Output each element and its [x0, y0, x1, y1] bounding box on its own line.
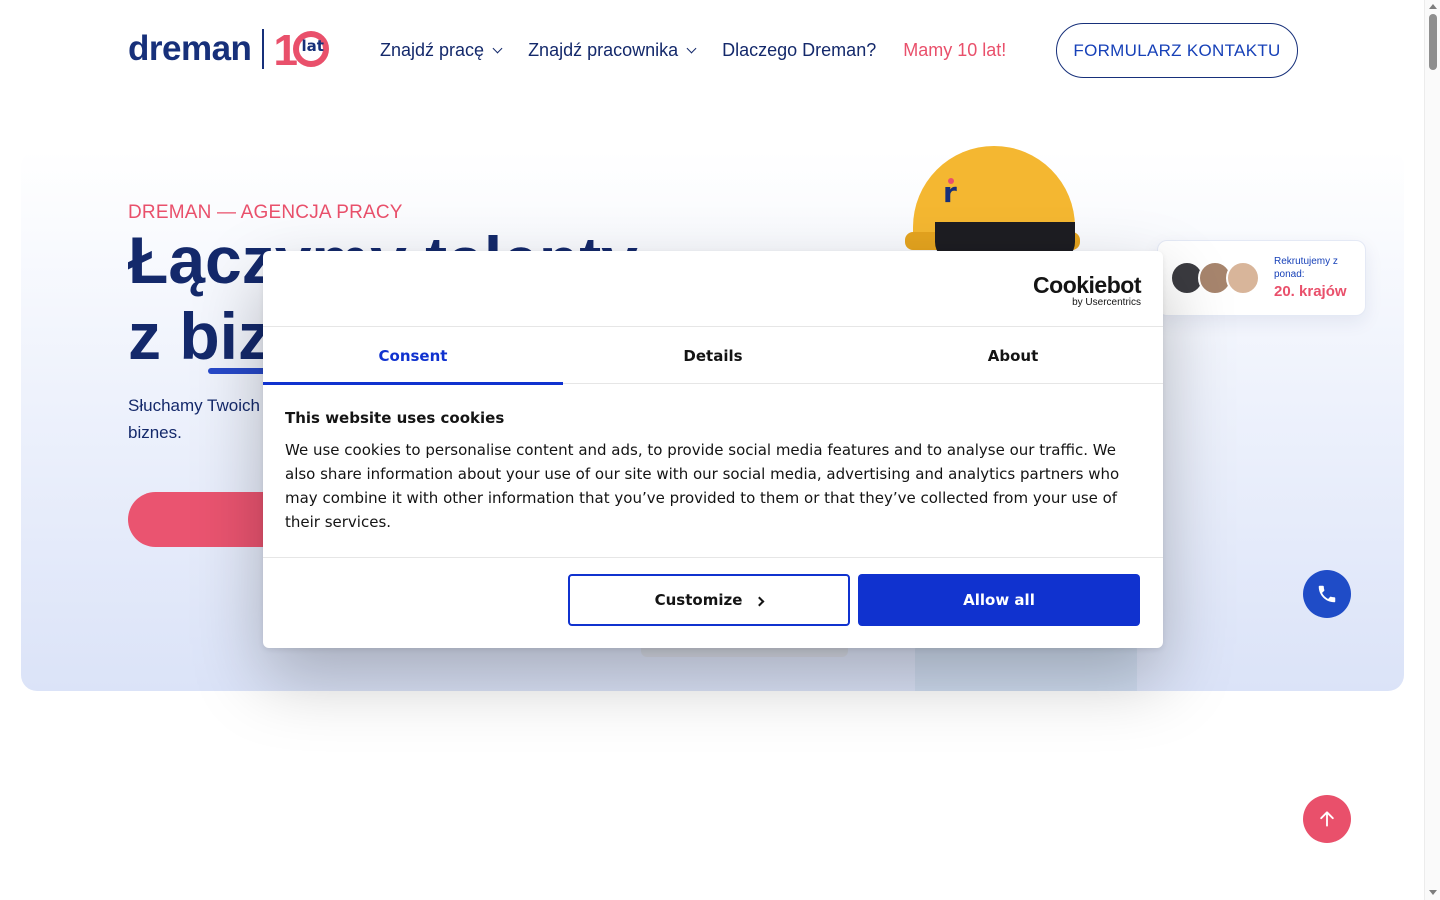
arrow-up-icon [1320, 811, 1334, 827]
chevron-down-icon [686, 43, 697, 53]
logo-wordmark: dreman [128, 29, 252, 68]
page-scrollbar[interactable] [1424, 0, 1440, 900]
tab-about[interactable]: About [863, 327, 1163, 384]
anniversary-lat: lat [301, 37, 324, 55]
cookie-body: This website uses cookies We use cookies… [285, 409, 1141, 534]
avatar [1226, 261, 1260, 295]
allow-all-button[interactable]: Allow all [858, 574, 1140, 626]
phone-button[interactable] [1303, 570, 1351, 618]
logo-divider [262, 29, 265, 69]
helmet-logo-dot [948, 178, 954, 184]
contact-form-button[interactable]: FORMULARZ KONTAKTU [1056, 23, 1298, 78]
scroll-up-icon[interactable] [1429, 4, 1437, 9]
scroll-down-icon[interactable] [1429, 890, 1437, 895]
anniversary-badge-icon: 1 lat [273, 26, 330, 75]
cookie-consent-dialog: Cookiebot by Usercentrics Consent Detail… [263, 251, 1163, 648]
dreman-logo[interactable]: dreman 1 lat [128, 26, 330, 75]
cookiebot-brand-sub: by Usercentrics [1072, 297, 1141, 308]
cookiebot-brand: Cookiebot [1033, 272, 1141, 298]
countries-badge: Rekrutujemy z ponad: 20. krajów [1157, 240, 1366, 316]
allow-all-label: Allow all [963, 591, 1035, 609]
hero-eyebrow: DREMAN — AGENCJA PRACY [128, 202, 403, 223]
nav-anniversary-label: Mamy 10 lat! [903, 40, 1007, 60]
cookie-description: We use cookies to personalise content an… [285, 441, 1120, 531]
nav-find-job-label: Znajdź pracę [380, 40, 485, 60]
nav-why-dreman-label: Dlaczego Dreman? [722, 40, 877, 60]
site-header: dreman 1 lat Znajdź pracę Znajdź pracown… [0, 0, 1424, 104]
nav-find-job[interactable]: Znajdź pracę [380, 40, 503, 61]
tab-details[interactable]: Details [563, 327, 863, 384]
chevron-down-icon [492, 43, 503, 53]
nav-anniversary[interactable]: Mamy 10 lat! [903, 40, 1006, 61]
scrollbar-thumb[interactable] [1429, 14, 1437, 70]
cookie-title: This website uses cookies [285, 409, 505, 427]
phone-icon [1318, 585, 1336, 603]
cookie-footer: Customize Allow all [263, 557, 1163, 648]
main-nav: Znajdź pracę Znajdź pracownika Dlaczego … [380, 40, 1033, 61]
cookie-tabs: Consent Details About [263, 326, 1163, 385]
scroll-to-top-button[interactable] [1303, 795, 1351, 843]
customize-label: Customize [654, 591, 743, 609]
tab-consent[interactable]: Consent [263, 327, 563, 385]
nav-why-dreman[interactable]: Dlaczego Dreman? [722, 40, 876, 61]
countries-badge-value: 20. krajów [1274, 283, 1347, 300]
nav-find-employee-label: Znajdź pracownika [528, 40, 679, 60]
nav-find-employee[interactable]: Znajdź pracownika [528, 40, 697, 61]
cookiebot-logo: Cookiebot by Usercentrics [1033, 273, 1141, 309]
countries-badge-caption: Rekrutujemy z ponad: [1274, 256, 1338, 280]
chevron-right-icon [754, 596, 765, 606]
customize-button[interactable]: Customize [568, 574, 850, 626]
